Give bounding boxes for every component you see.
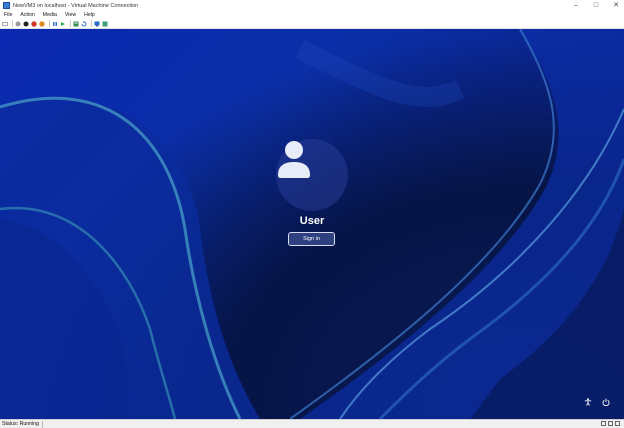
user-avatar bbox=[276, 139, 348, 211]
toolbar-divider bbox=[12, 20, 13, 27]
login-username: User bbox=[299, 215, 325, 227]
user-avatar-icon bbox=[278, 141, 310, 178]
turn-off-icon[interactable] bbox=[23, 21, 29, 27]
checkpoint-icon[interactable] bbox=[73, 21, 79, 27]
menu-file[interactable]: File bbox=[0, 12, 16, 18]
status-bar: Status: Running bbox=[0, 419, 624, 428]
resume-icon[interactable] bbox=[60, 21, 66, 27]
toolbar-divider bbox=[91, 20, 92, 27]
menu-bar: File Action Media View Help bbox=[0, 11, 624, 19]
menu-action[interactable]: Action bbox=[16, 12, 38, 18]
shutdown-icon[interactable] bbox=[31, 20, 37, 27]
status-icons bbox=[601, 421, 620, 426]
title-bar: NewVM3 on localhost - Virtual Machine Co… bbox=[0, 0, 624, 11]
window-controls: – □ ✕ bbox=[572, 0, 620, 11]
vm-connection-app-icon bbox=[3, 2, 10, 9]
power-icon[interactable] bbox=[602, 398, 612, 408]
window-title: NewVM3 on localhost - Virtual Machine Co… bbox=[13, 2, 139, 9]
lock-icon bbox=[608, 421, 613, 426]
sign-in-button[interactable]: Sign in bbox=[288, 232, 335, 246]
keyboard-icon bbox=[601, 421, 606, 426]
menu-media[interactable]: Media bbox=[39, 12, 61, 18]
minimize-button[interactable]: – bbox=[572, 2, 580, 10]
maximize-button[interactable]: □ bbox=[592, 2, 600, 10]
save-icon[interactable] bbox=[39, 20, 45, 27]
start-icon[interactable] bbox=[15, 21, 21, 27]
display-icon bbox=[615, 421, 620, 426]
share-icon[interactable] bbox=[102, 21, 108, 27]
ctrl-alt-del-icon[interactable] bbox=[2, 21, 8, 27]
toolbar-divider bbox=[49, 20, 50, 27]
pause-icon[interactable] bbox=[52, 21, 58, 27]
menu-help[interactable]: Help bbox=[80, 12, 99, 18]
close-button[interactable]: ✕ bbox=[612, 2, 620, 10]
enhanced-session-icon[interactable] bbox=[94, 21, 100, 27]
toolbar-divider bbox=[70, 20, 71, 27]
status-text: Status: Running bbox=[0, 420, 43, 428]
revert-icon[interactable] bbox=[81, 20, 87, 27]
accessibility-icon[interactable] bbox=[584, 398, 594, 408]
toolbar bbox=[0, 19, 624, 29]
menu-view[interactable]: View bbox=[61, 12, 80, 18]
vm-display[interactable]: User Sign in bbox=[0, 29, 624, 419]
